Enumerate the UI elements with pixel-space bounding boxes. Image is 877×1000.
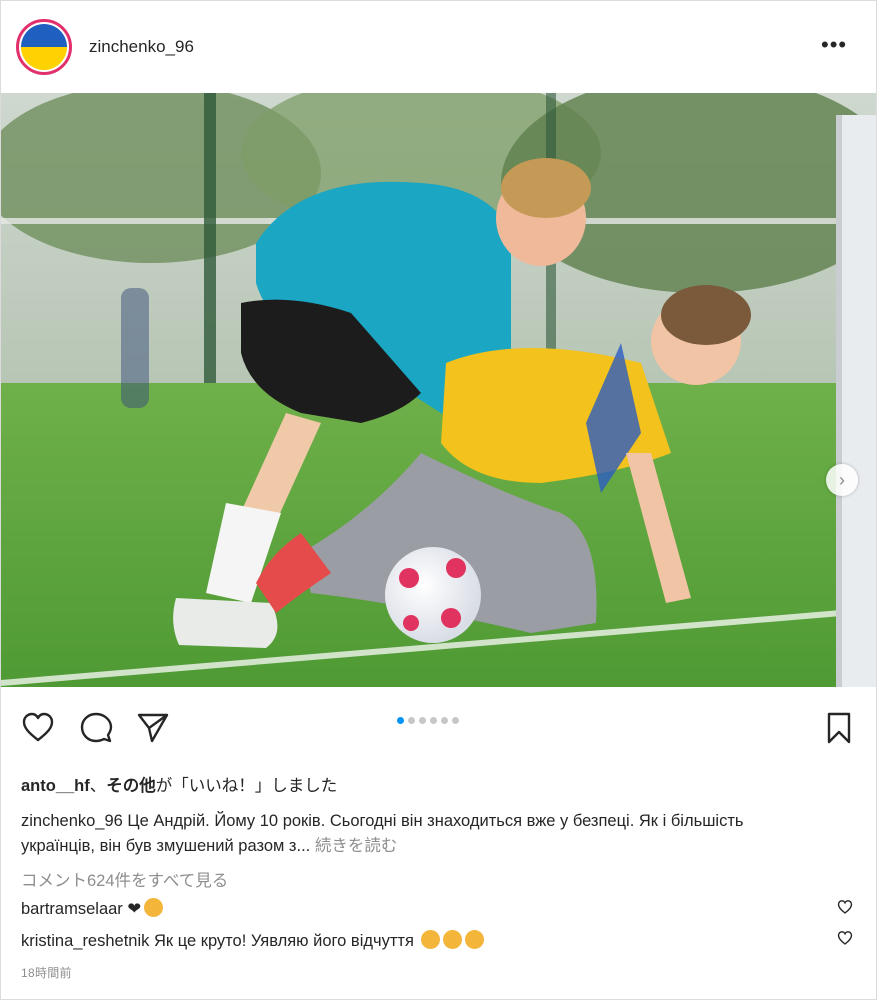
carousel-dot: [408, 717, 415, 724]
comment-like-heart-icon[interactable]: [837, 930, 853, 946]
post-username[interactable]: zinchenko_96: [89, 37, 194, 57]
read-more-link[interactable]: 続きを読む: [310, 837, 398, 855]
carousel-dot: [419, 717, 426, 724]
flag-blue-stripe: [21, 24, 67, 47]
comment-text: ❤: [122, 900, 142, 918]
carousel-dot: [441, 717, 448, 724]
comment-icon[interactable]: [79, 711, 113, 745]
comment-row: bartramselaar ❤: [21, 898, 164, 919]
carousel-indicator: [397, 711, 463, 724]
action-bar: [1, 701, 876, 753]
comment-text: Як це круто! Уявляю його відчуття: [149, 932, 419, 950]
boy-hair: [661, 285, 751, 345]
background-player: [121, 288, 149, 408]
more-options-button[interactable]: •••: [821, 34, 847, 56]
post-caption: zinchenko_96 Це Андрій. Йому 10 років. С…: [21, 809, 821, 859]
clapping-hands-emoji-icon: [443, 930, 463, 949]
carousel-dot-active: [397, 717, 404, 724]
likes-suffix: が「いいね！」しました: [155, 777, 338, 795]
carousel-next-button[interactable]: ›: [826, 464, 858, 496]
flexed-biceps-emoji-icon: [465, 930, 485, 949]
paper-plane-icon[interactable]: [136, 711, 170, 745]
raising-hands-emoji-icon: [144, 898, 164, 917]
post-photo[interactable]: ›: [1, 93, 876, 687]
man-shoe: [173, 598, 278, 648]
comment-username[interactable]: bartramselaar: [21, 900, 123, 918]
avatar[interactable]: [16, 19, 72, 75]
view-all-comments-link[interactable]: コメント624件をすべて見る: [21, 867, 228, 891]
post-timestamp[interactable]: 18時間前: [21, 964, 72, 981]
goal-post-edge: [836, 115, 842, 687]
background-pole: [204, 93, 216, 405]
ball-pattern: [441, 608, 461, 628]
clapping-hands-emoji-icon: [421, 930, 441, 949]
flag-yellow-stripe: [21, 47, 67, 70]
likes-others-link[interactable]: その他: [106, 777, 156, 795]
heart-icon[interactable]: [21, 711, 55, 745]
comment-username[interactable]: kristina_reshetnik: [21, 932, 149, 950]
carousel-dot: [430, 717, 437, 724]
ball-pattern: [403, 615, 419, 631]
likes-summary: anto__hf、その他が「いいね！」しました: [21, 772, 337, 796]
man-hair: [501, 158, 591, 218]
ukraine-flag-icon: [21, 24, 67, 70]
comment-row: kristina_reshetnik Як це круто! Уявляю й…: [21, 930, 485, 951]
photo-illustration: [1, 93, 876, 687]
bookmark-icon[interactable]: [822, 711, 856, 745]
football: [385, 547, 481, 643]
comment-like-heart-icon[interactable]: [837, 899, 853, 915]
post-header: zinchenko_96 •••: [1, 1, 876, 93]
caption-username[interactable]: zinchenko_96: [21, 812, 123, 830]
ball-pattern: [446, 558, 466, 578]
like-first-user[interactable]: anto__hf: [21, 777, 90, 795]
carousel-dot: [452, 717, 459, 724]
likes-separator: 、: [89, 777, 107, 795]
instagram-post: zinchenko_96 ••• › anto__hf、その他が「いいね！」しま…: [0, 0, 877, 1000]
ball-pattern: [399, 568, 419, 588]
